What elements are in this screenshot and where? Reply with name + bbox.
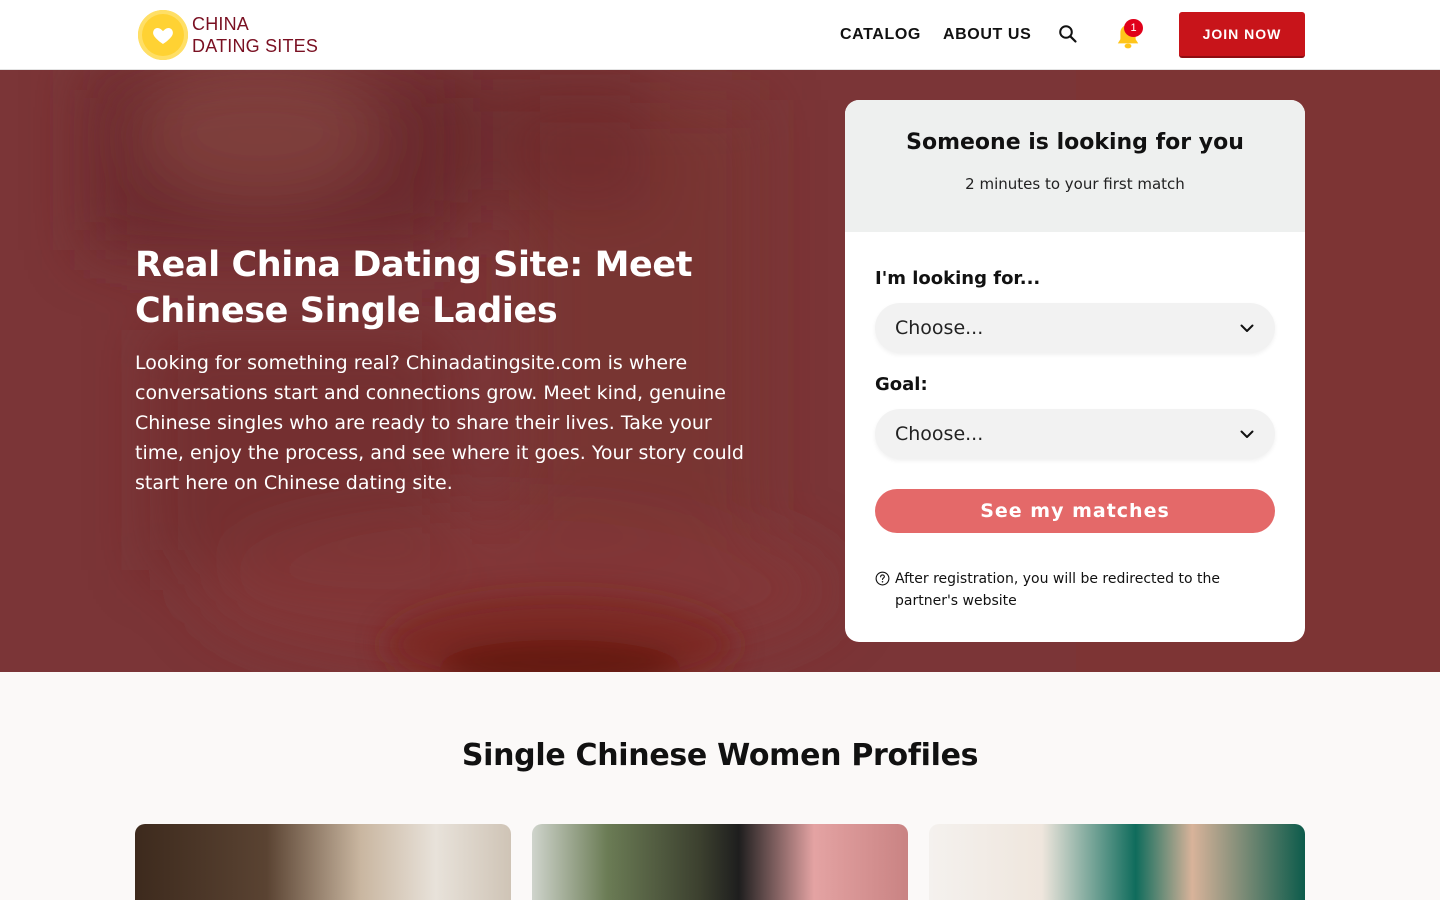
looking-for-select[interactable]: Choose... (875, 303, 1275, 353)
match-form-card: Someone is looking for you 2 minutes to … (845, 100, 1305, 642)
redirect-note: After registration, you will be redirect… (875, 568, 1285, 612)
profile-card[interactable] (532, 824, 908, 900)
chevron-down-icon (1240, 430, 1254, 438)
looking-for-value: Choose... (895, 317, 984, 339)
profile-card[interactable] (929, 824, 1305, 900)
profiles-section-title: Single Chinese Women Profiles (461, 738, 979, 773)
nav-about-us[interactable]: ABOUT US (943, 22, 1031, 48)
hero-description: Looking for something real? Chinadatings… (135, 352, 744, 494)
site-logo[interactable]: CHINA DATING SITES (138, 10, 318, 60)
notification-badge: 1 (1124, 19, 1143, 37)
profile-card[interactable] (135, 824, 511, 900)
logo-text: CHINA DATING SITES (192, 13, 318, 57)
see-my-matches-button[interactable]: See my matches (875, 489, 1275, 533)
goal-value: Choose... (895, 423, 984, 445)
hero-section: Real China Dating Site: Meet Chinese Sin… (0, 70, 1440, 672)
goal-label: Goal: (875, 374, 928, 395)
question-circle-icon (875, 571, 890, 586)
logo-line-1: CHINA (192, 14, 250, 34)
hero-title: Real China Dating Site: Meet Chinese Sin… (135, 245, 693, 331)
redirect-note-text: After registration, you will be redirect… (895, 571, 1220, 609)
heart-icon (138, 10, 188, 60)
form-title: Someone is looking for you (906, 130, 1244, 155)
search-icon[interactable] (1058, 24, 1078, 44)
chevron-down-icon (1240, 324, 1254, 332)
logo-line-2: DATING SITES (192, 36, 319, 56)
form-card-header: Someone is looking for you 2 minutes to … (845, 100, 1305, 232)
site-header: CHINA DATING SITES CATALOG ABOUT US 1 JO… (0, 0, 1440, 70)
form-subtitle: 2 minutes to your first match (965, 175, 1185, 193)
looking-for-label: I'm looking for... (875, 268, 1041, 289)
join-now-button[interactable]: JOIN NOW (1179, 12, 1305, 58)
nav-catalog[interactable]: CATALOG (840, 22, 921, 48)
goal-select[interactable]: Choose... (875, 409, 1275, 459)
